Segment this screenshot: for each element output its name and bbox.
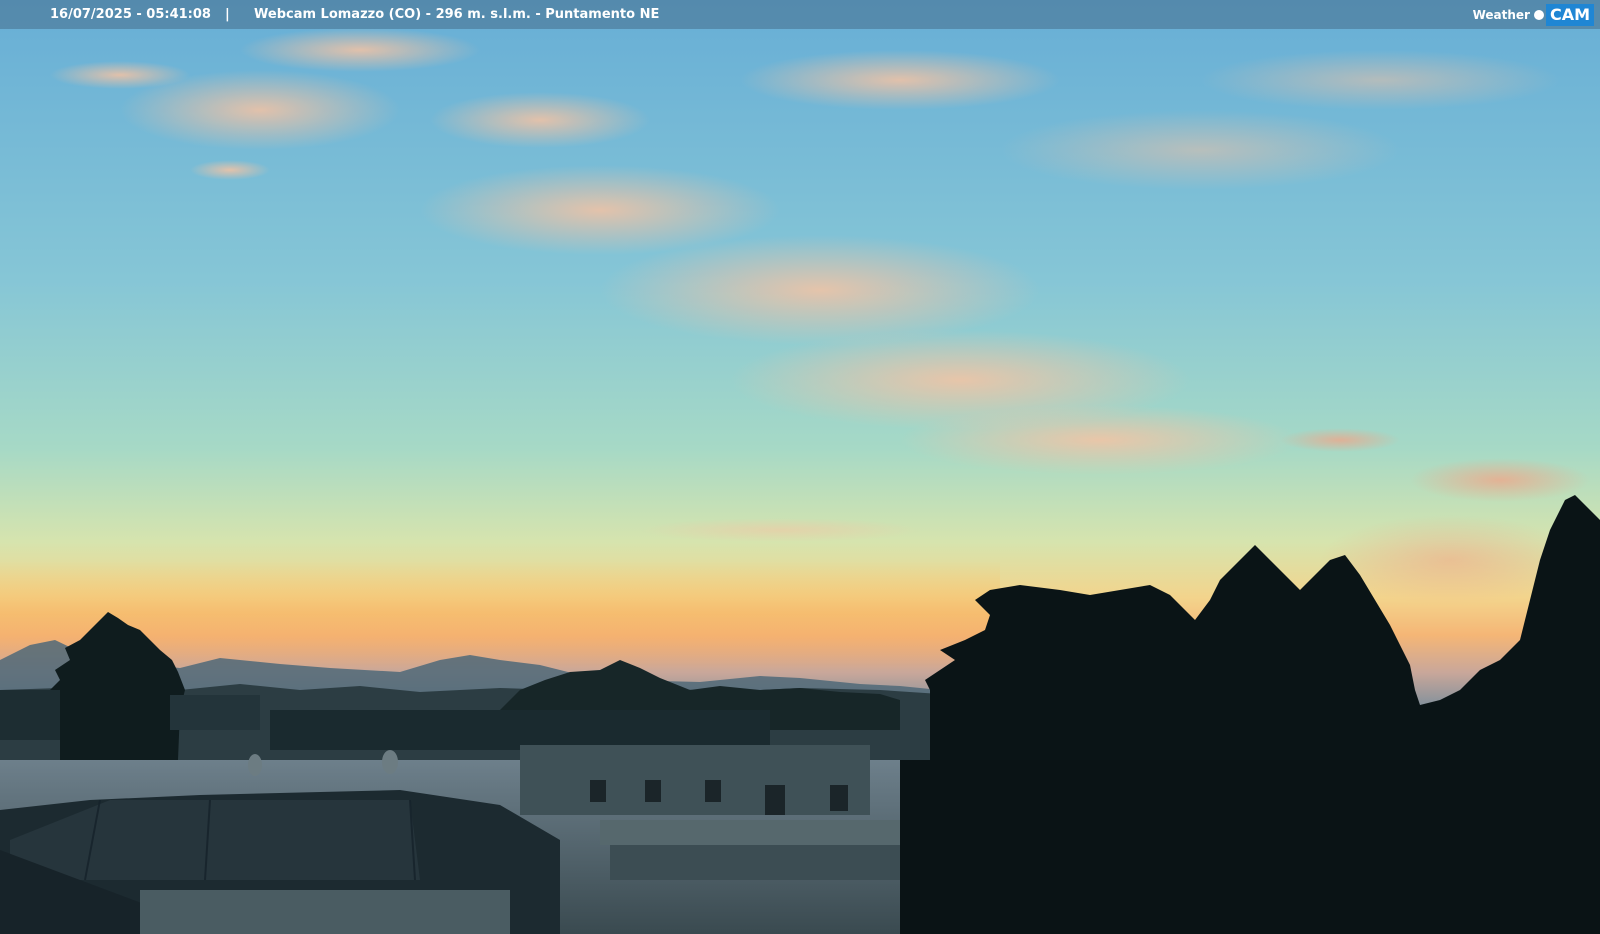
weathercam-logo: Weather CAM [1473,4,1594,26]
webcam-frame: 16/07/2025 - 05:41:08 | Webcam Lomazzo (… [0,0,1600,934]
timestamp: 16/07/2025 - 05:41:08 [50,7,211,22]
webcam-scene [0,0,1600,934]
logo-weather-text: Weather [1472,7,1530,22]
overlay-bar: 16/07/2025 - 05:41:08 | Webcam Lomazzo (… [0,0,1600,29]
logo-cam-text: CAM [1545,4,1594,26]
webcam-caption: Webcam Lomazzo (CO) - 296 m. s.l.m. - Pu… [254,7,660,22]
logo-dot-icon [1533,10,1544,20]
separator: | [225,7,230,22]
